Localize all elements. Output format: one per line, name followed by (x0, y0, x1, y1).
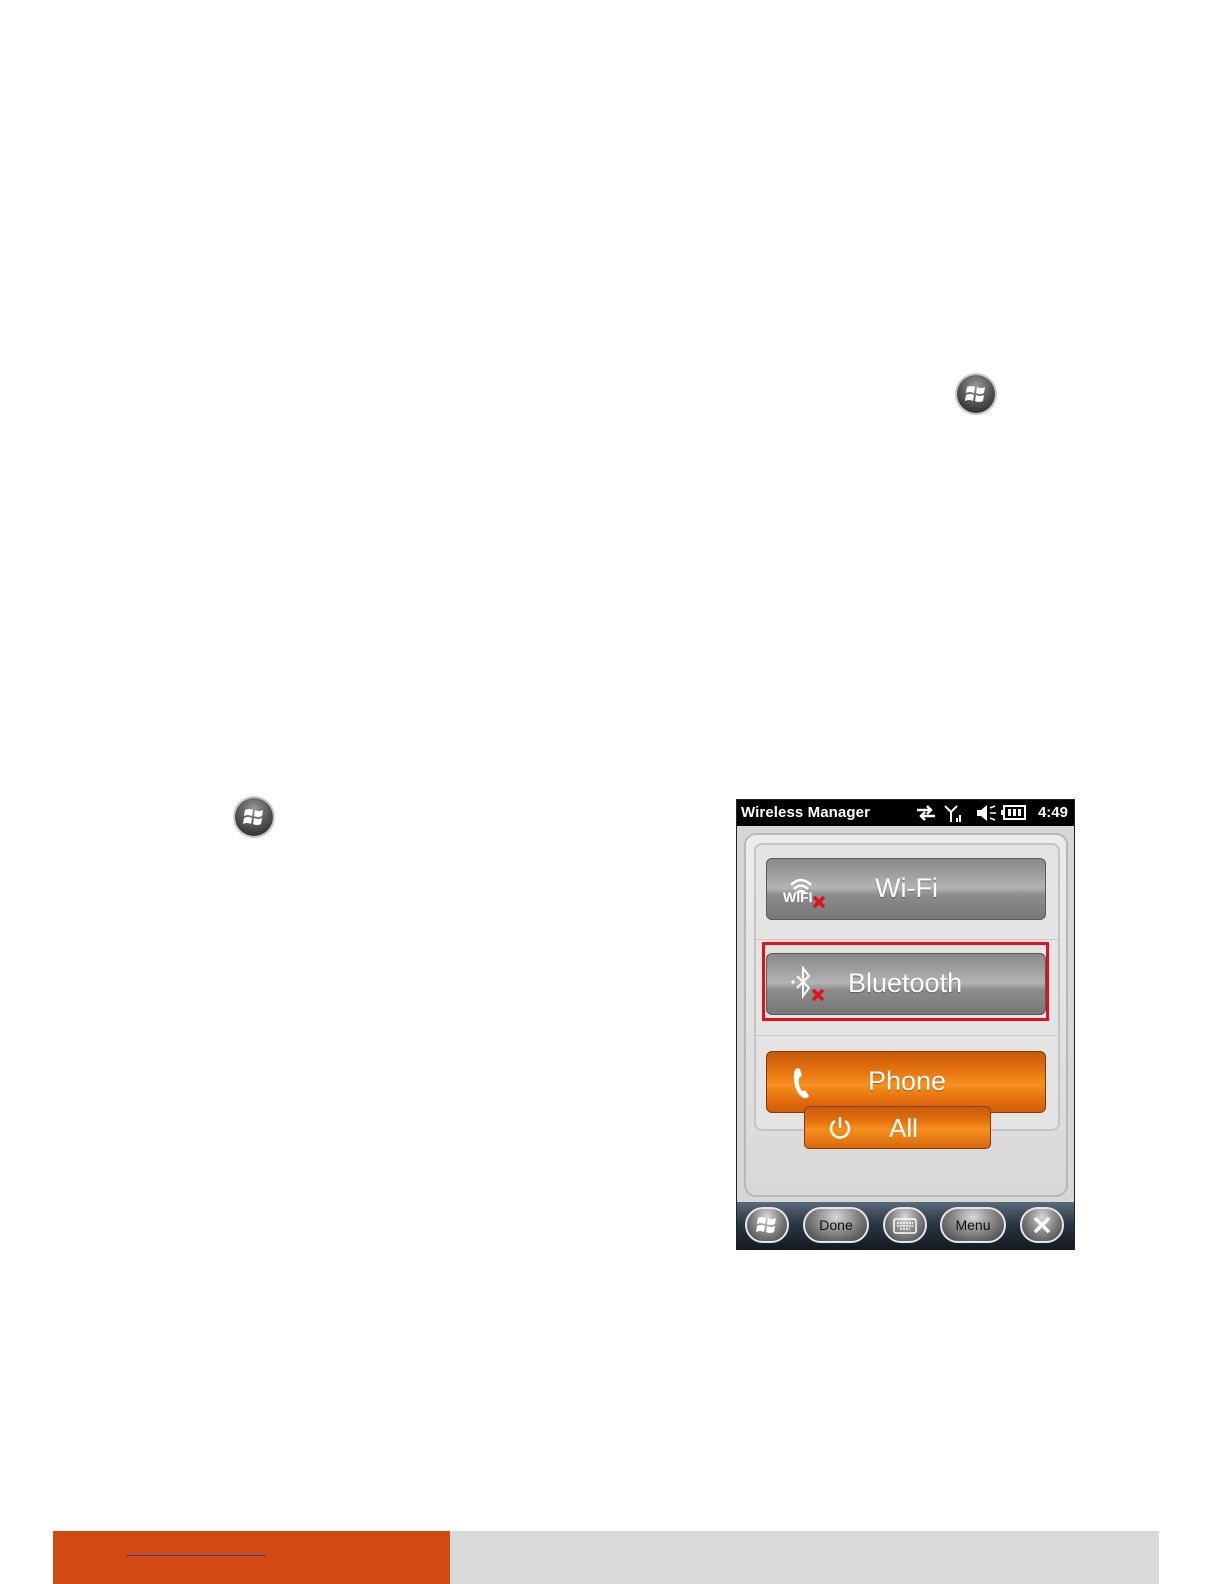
footer-accent-bar (53, 1531, 450, 1584)
windows-start-icon (235, 798, 273, 836)
windows-start-icon (756, 1217, 776, 1233)
keyboard-icon (893, 1218, 917, 1234)
close-icon (1033, 1216, 1051, 1234)
wifi-icon-text: WIFI (783, 889, 813, 905)
signal-strength-icon (943, 804, 963, 829)
wifi-off-icon: WIFI (781, 871, 831, 909)
bluetooth-highlight-box (762, 942, 1049, 1021)
speaker-muted-icon (975, 804, 997, 827)
keyboard-button[interactable] (883, 1207, 927, 1243)
taskbar: Done Menu (737, 1202, 1074, 1249)
divider (756, 939, 1058, 940)
window-title: Wireless Manager (741, 804, 871, 821)
phone-label: Phone (868, 1066, 947, 1096)
all-radios-button[interactable]: All (804, 1106, 991, 1149)
data-connection-icon (915, 804, 937, 827)
phone-icon (791, 1066, 815, 1105)
divider (756, 1035, 1058, 1036)
status-bar: Wireless Manager 4:49 (737, 800, 1074, 826)
close-button[interactable] (1020, 1207, 1064, 1243)
battery-icon (1001, 804, 1027, 827)
all-label: All (889, 1113, 918, 1143)
wifi-label: Wi-Fi (875, 873, 938, 903)
wifi-toggle-button[interactable]: WIFI Wi-Fi (766, 858, 1046, 920)
wireless-manager-screenshot: Wireless Manager 4:49 WIFI Wi-Fi Bluetoo… (736, 799, 1075, 1250)
windows-start-icon (957, 375, 995, 413)
start-button[interactable] (745, 1207, 789, 1243)
footer-link-underline[interactable] (126, 1555, 266, 1556)
menu-button[interactable]: Menu (940, 1207, 1006, 1243)
phone-toggle-button[interactable]: Phone (766, 1051, 1046, 1113)
power-icon (827, 1115, 853, 1146)
done-button[interactable]: Done (803, 1207, 869, 1243)
clock: 4:49 (1037, 804, 1068, 821)
footer-gray-bar (450, 1531, 1159, 1584)
